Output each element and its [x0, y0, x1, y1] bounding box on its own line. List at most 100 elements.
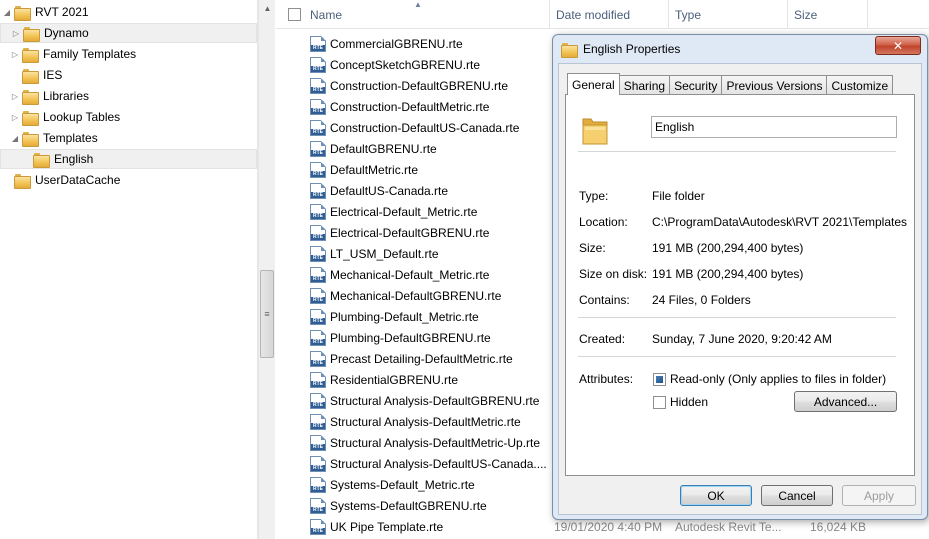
- file-row[interactable]: Mechanical-DefaultGBRENU.rte: [310, 285, 501, 306]
- folder-icon: [22, 110, 39, 126]
- file-name: LT_USM_Default.rte: [330, 246, 439, 261]
- file-row[interactable]: Electrical-Default_Metric.rte: [310, 201, 477, 222]
- rte-file-icon: [310, 476, 326, 493]
- expanded-arrow-icon[interactable]: ◢: [0, 2, 14, 22]
- collapsed-arrow-icon[interactable]: ▷: [8, 86, 22, 106]
- location-label: Location:: [579, 215, 628, 229]
- collapsed-arrow-icon[interactable]: ▷: [9, 23, 23, 43]
- file-name: ResidentialGBRENU.rte: [330, 372, 459, 387]
- rte-file-icon: [310, 329, 326, 346]
- file-row[interactable]: Construction-DefaultGBRENU.rte: [310, 75, 508, 96]
- scrollbar-thumb[interactable]: ≡: [260, 270, 274, 358]
- tree-item-lookup-tables[interactable]: ▷ Lookup Tables: [0, 107, 257, 127]
- file-row[interactable]: Construction-DefaultMetric.rte: [310, 96, 489, 117]
- scroll-up-arrow-icon[interactable]: ▲: [259, 0, 276, 17]
- folder-icon: [23, 26, 40, 42]
- file-row[interactable]: Electrical-DefaultGBRENU.rte: [310, 222, 489, 243]
- file-name: Structural Analysis-DefaultGBRENU.rte: [330, 393, 540, 408]
- ok-button[interactable]: OK: [680, 485, 752, 506]
- contains-value: 24 Files, 0 Folders: [652, 293, 751, 307]
- file-date-modified: 19/01/2020 4:40 PM: [554, 520, 663, 534]
- no-arrow: [0, 170, 14, 190]
- properties-dialog: English Properties ✕ General Sharing Sec…: [552, 34, 928, 520]
- file-row[interactable]: Construction-DefaultUS-Canada.rte: [310, 117, 519, 138]
- rte-file-icon: [310, 287, 326, 304]
- close-button[interactable]: ✕: [875, 36, 921, 55]
- tree-item-libraries[interactable]: ▷ Libraries: [0, 86, 257, 106]
- readonly-checkbox[interactable]: [653, 373, 666, 386]
- created-value: Sunday, 7 June 2020, 9:20:42 AM: [652, 332, 832, 346]
- collapsed-arrow-icon[interactable]: ▷: [8, 44, 22, 64]
- file-row[interactable]: Mechanical-Default_Metric.rte: [310, 264, 489, 285]
- type-label: Type:: [579, 189, 609, 203]
- advanced-button[interactable]: Advanced...: [794, 391, 897, 412]
- tree-item-dynamo[interactable]: ▷ Dynamo: [0, 23, 257, 43]
- column-header-name[interactable]: Name: [304, 0, 550, 29]
- file-row[interactable]: Structural Analysis-DefaultMetric.rte: [310, 411, 521, 432]
- file-row[interactable]: DefaultGBRENU.rte: [310, 138, 437, 159]
- file-row[interactable]: Structural Analysis-DefaultMetric-Up.rte: [310, 432, 540, 453]
- navigation-pane: ◢ RVT 2021 ▷ Dynamo ▷ Family Templates I…: [0, 0, 258, 539]
- file-row[interactable]: DefaultUS-Canada.rte: [310, 180, 448, 201]
- rte-file-icon: [310, 245, 326, 262]
- file-name: Structural Analysis-DefaultMetric-Up.rte: [330, 435, 541, 450]
- file-row[interactable]: Plumbing-DefaultGBRENU.rte: [310, 327, 491, 348]
- tree-item-family-templates[interactable]: ▷ Family Templates: [0, 44, 257, 64]
- cancel-button[interactable]: Cancel: [761, 485, 833, 506]
- column-header-type[interactable]: Type: [669, 0, 788, 29]
- file-row[interactable]: Structural Analysis-DefaultUS-Canada....: [310, 453, 547, 474]
- tab-previous-versions[interactable]: Previous Versions: [721, 75, 828, 95]
- folder-name-field[interactable]: English: [651, 116, 897, 138]
- file-type: Autodesk Revit Te...: [675, 520, 782, 534]
- location-value: C:\ProgramData\Autodesk\RVT 2021\Templat…: [652, 215, 908, 229]
- expanded-arrow-icon[interactable]: ◢: [8, 128, 22, 148]
- navigation-scrollbar[interactable]: ▲ ≡: [258, 0, 275, 539]
- folder-icon: [14, 5, 31, 21]
- tab-general[interactable]: General: [567, 73, 620, 95]
- separator: [578, 317, 896, 318]
- tree-item-ies[interactable]: IES: [0, 65, 257, 85]
- tab-customize[interactable]: Customize: [826, 75, 894, 95]
- general-tab-panel: English Type: File folder Location: C:\P…: [565, 94, 915, 476]
- file-row[interactable]: LT_USM_Default.rte: [310, 243, 439, 264]
- file-row[interactable]: Plumbing-Default_Metric.rte: [310, 306, 479, 327]
- rte-file-icon: [310, 518, 326, 535]
- collapsed-arrow-icon[interactable]: ▷: [8, 107, 22, 127]
- apply-button[interactable]: Apply: [842, 485, 916, 506]
- attributes-label: Attributes:: [579, 372, 634, 386]
- tree-item-rvt-2021[interactable]: ◢ RVT 2021: [0, 2, 257, 22]
- created-label: Created:: [579, 332, 626, 346]
- file-row[interactable]: Structural Analysis-DefaultGBRENU.rte: [310, 390, 539, 411]
- file-row[interactable]: ConceptSketchGBRENU.rte: [310, 54, 480, 75]
- readonly-label: Read-only (Only applies to files in fold…: [670, 372, 887, 386]
- file-row[interactable]: UK Pipe Template.rte: [310, 516, 443, 537]
- tab-sharing[interactable]: Sharing: [618, 75, 671, 95]
- file-row[interactable]: Systems-Default_Metric.rte: [310, 474, 475, 495]
- separator: [578, 151, 896, 152]
- select-all-checkbox[interactable]: [288, 8, 301, 21]
- tree-item-label: Lookup Tables: [43, 110, 121, 124]
- rte-file-icon: [310, 161, 326, 178]
- file-row[interactable]: ResidentialGBRENU.rte: [310, 369, 458, 390]
- dialog-title-bar[interactable]: English Properties: [553, 35, 927, 63]
- hidden-checkbox[interactable]: [653, 396, 666, 409]
- file-row[interactable]: CommercialGBRENU.rte: [310, 33, 463, 54]
- file-row[interactable]: Systems-DefaultGBRENU.rte: [310, 495, 487, 516]
- column-header-size[interactable]: Size: [788, 0, 868, 29]
- folder-icon: [22, 131, 39, 147]
- hidden-label: Hidden: [670, 395, 709, 409]
- tree-item-userdatacache[interactable]: UserDataCache: [0, 170, 257, 190]
- file-name: Mechanical-DefaultGBRENU.rte: [330, 288, 502, 303]
- tree-item-english[interactable]: English: [0, 149, 257, 169]
- file-row[interactable]: DefaultMetric.rte: [310, 159, 418, 180]
- file-name: Structural Analysis-DefaultMetric.rte: [330, 414, 521, 429]
- type-value: File folder: [652, 189, 705, 203]
- file-name: Plumbing-DefaultGBRENU.rte: [330, 330, 491, 345]
- file-row[interactable]: Precast Detailing-DefaultMetric.rte: [310, 348, 513, 369]
- no-arrow: [19, 149, 33, 169]
- tree-item-templates[interactable]: ◢ Templates: [0, 128, 257, 148]
- tab-security[interactable]: Security: [669, 75, 723, 95]
- rte-file-icon: [310, 203, 326, 220]
- column-header-date-modified[interactable]: Date modified: [550, 0, 669, 29]
- file-name: ConceptSketchGBRENU.rte: [330, 57, 481, 72]
